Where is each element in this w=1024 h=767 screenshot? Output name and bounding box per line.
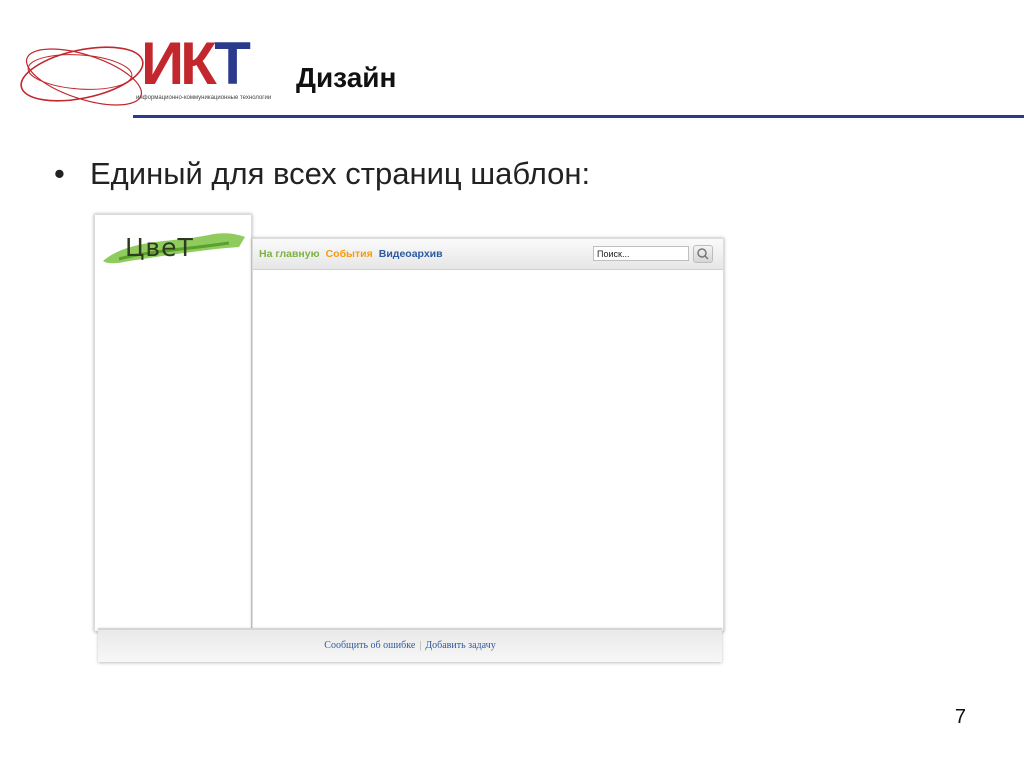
bullet-text: Единый для всех страниц шаблон: xyxy=(90,156,591,191)
page-number: 7 xyxy=(954,706,966,728)
title-divider xyxy=(133,115,1024,118)
mockup-sidebar: ЦвеТ xyxy=(94,214,252,632)
footer-links: Сообщить об ошибке | Добавить задачу xyxy=(98,640,722,651)
mockup-logo-text: ЦвеТ xyxy=(125,233,194,262)
nav-link-video[interactable]: Видеоархив xyxy=(379,248,443,260)
footer-separator: | xyxy=(419,640,422,651)
nav-link-home[interactable]: На главную xyxy=(259,248,320,260)
mockup-logo: ЦвеТ xyxy=(99,221,249,269)
footer-link-add-task[interactable]: Добавить задачу xyxy=(425,640,495,651)
template-screenshot: ЦвеТ На главную События Видеоархив Поиск..… xyxy=(94,214,726,662)
logo-text-blue: Т xyxy=(214,30,251,97)
search-icon xyxy=(697,248,709,260)
ikt-logo: ИКТ информационно-коммуникационные техно… xyxy=(14,22,274,122)
bullet-icon: • xyxy=(54,156,65,191)
logo-subtitle: информационно-коммуникационные технологи… xyxy=(136,95,272,101)
mockup-nav-bar: На главную События Видеоархив Поиск... xyxy=(253,239,723,270)
mockup-footer: Сообщить об ошибке | Добавить задачу xyxy=(98,628,722,662)
bullet-item: • Единый для всех страниц шаблон: xyxy=(54,156,590,192)
logo-wordmark: ИКТ xyxy=(141,34,251,94)
footer-link-report[interactable]: Сообщить об ошибке xyxy=(324,640,415,651)
mockup-search-input[interactable]: Поиск... xyxy=(593,246,689,261)
logo-text-red: ИК xyxy=(141,30,218,97)
slide-title: Дизайн xyxy=(296,62,397,93)
mockup-search-button[interactable] xyxy=(693,245,713,263)
mockup-nav-links: На главную События Видеоархив xyxy=(259,248,449,260)
mockup-main-area: На главную События Видеоархив Поиск... xyxy=(252,238,724,632)
nav-link-events[interactable]: События xyxy=(326,248,373,260)
